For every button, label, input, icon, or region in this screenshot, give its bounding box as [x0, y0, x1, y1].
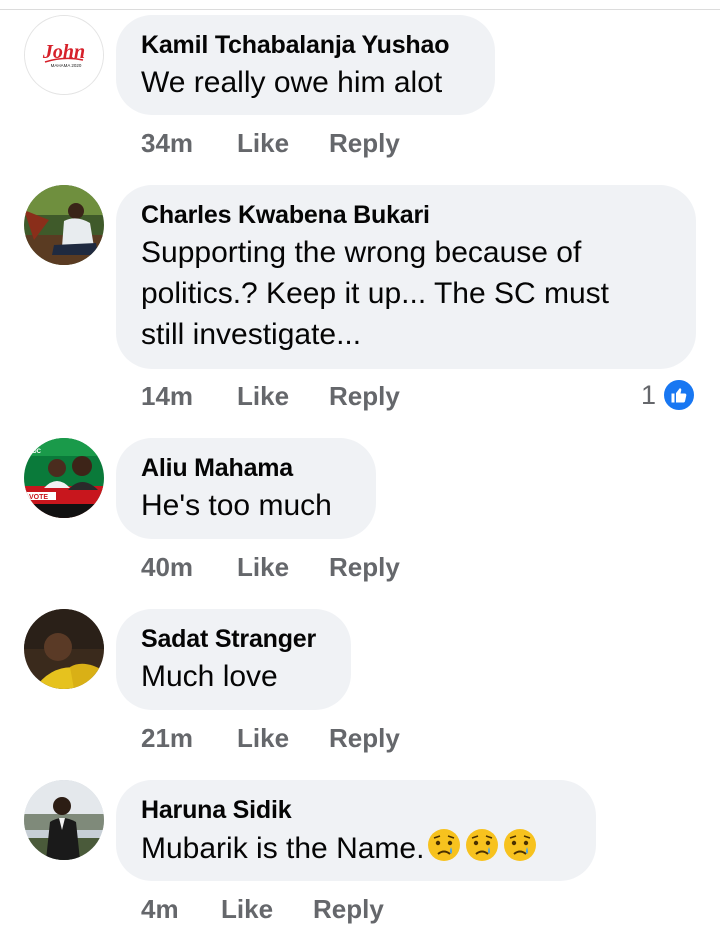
reply-button[interactable]: Reply — [329, 381, 400, 412]
reply-button[interactable]: Reply — [329, 723, 400, 754]
logo-subtext: MAHAMA 2020 — [51, 63, 82, 68]
like-button[interactable]: Like — [221, 894, 273, 925]
comment-text-line: still investigate... — [141, 318, 362, 351]
comment-author[interactable]: Sadat Stranger — [141, 622, 325, 656]
comment-time[interactable]: 34m — [141, 128, 193, 159]
comment-bubble: Sadat Stranger Much love — [116, 609, 351, 710]
comment-text-line: Supporting the wrong because of — [141, 236, 582, 269]
top-divider — [0, 9, 720, 10]
reaction-count: 1 — [640, 379, 656, 410]
comment-text-row: Mubarik is the Name. — [141, 827, 570, 874]
avatar[interactable]: John MAHAMA 2020 — [24, 15, 104, 95]
avatar[interactable] — [24, 780, 104, 860]
sad-tear-emoji-icon — [464, 827, 500, 874]
like-button[interactable]: Like — [237, 128, 289, 159]
comment-bubble: Haruna Sidik Mubarik is the Name. — [116, 780, 596, 881]
reply-button[interactable]: Reply — [329, 552, 400, 583]
like-reaction-icon — [662, 378, 696, 412]
like-button[interactable]: Like — [237, 381, 289, 412]
avatar[interactable]: VOTE NDC — [24, 438, 104, 518]
comment-author[interactable]: Kamil Tchabalanja Yushao — [141, 28, 469, 62]
sad-tear-emoji-icon — [426, 827, 462, 874]
like-button[interactable]: Like — [237, 723, 289, 754]
comment-time[interactable]: 14m — [141, 381, 193, 412]
comment-time[interactable]: 40m — [141, 552, 193, 583]
badge-text: VOTE — [29, 494, 48, 501]
comment-bubble: Charles Kwabena Bukari Supporting the wr… — [116, 185, 696, 369]
avatar[interactable] — [24, 185, 104, 265]
avatar[interactable] — [24, 609, 104, 689]
comment-author[interactable]: Charles Kwabena Bukari — [141, 198, 670, 232]
comment-time[interactable]: 21m — [141, 723, 193, 754]
like-button[interactable]: Like — [237, 552, 289, 583]
comment-text: We really owe him alot — [141, 66, 443, 99]
sad-tear-emoji-icon — [502, 827, 538, 874]
comment-text: He's too much — [141, 489, 332, 522]
comment-author[interactable]: Aliu Mahama — [141, 451, 350, 485]
badge-text: NDC — [28, 449, 42, 455]
comment-text: Much love — [141, 660, 278, 693]
reaction-summary[interactable]: 1 — [641, 378, 696, 412]
comment-bubble: Aliu Mahama He's too much — [116, 438, 376, 539]
reply-button[interactable]: Reply — [329, 128, 400, 159]
comment-bubble: Kamil Tchabalanja Yushao We really owe h… — [116, 15, 495, 115]
reply-button[interactable]: Reply — [313, 894, 384, 925]
comment-time[interactable]: 4m — [141, 894, 179, 925]
comment-text: Mubarik is the Name. — [141, 832, 425, 865]
comment-text-line: politics.? Keep it up... The SC must — [141, 277, 610, 310]
comment-author[interactable]: Haruna Sidik — [141, 793, 570, 827]
